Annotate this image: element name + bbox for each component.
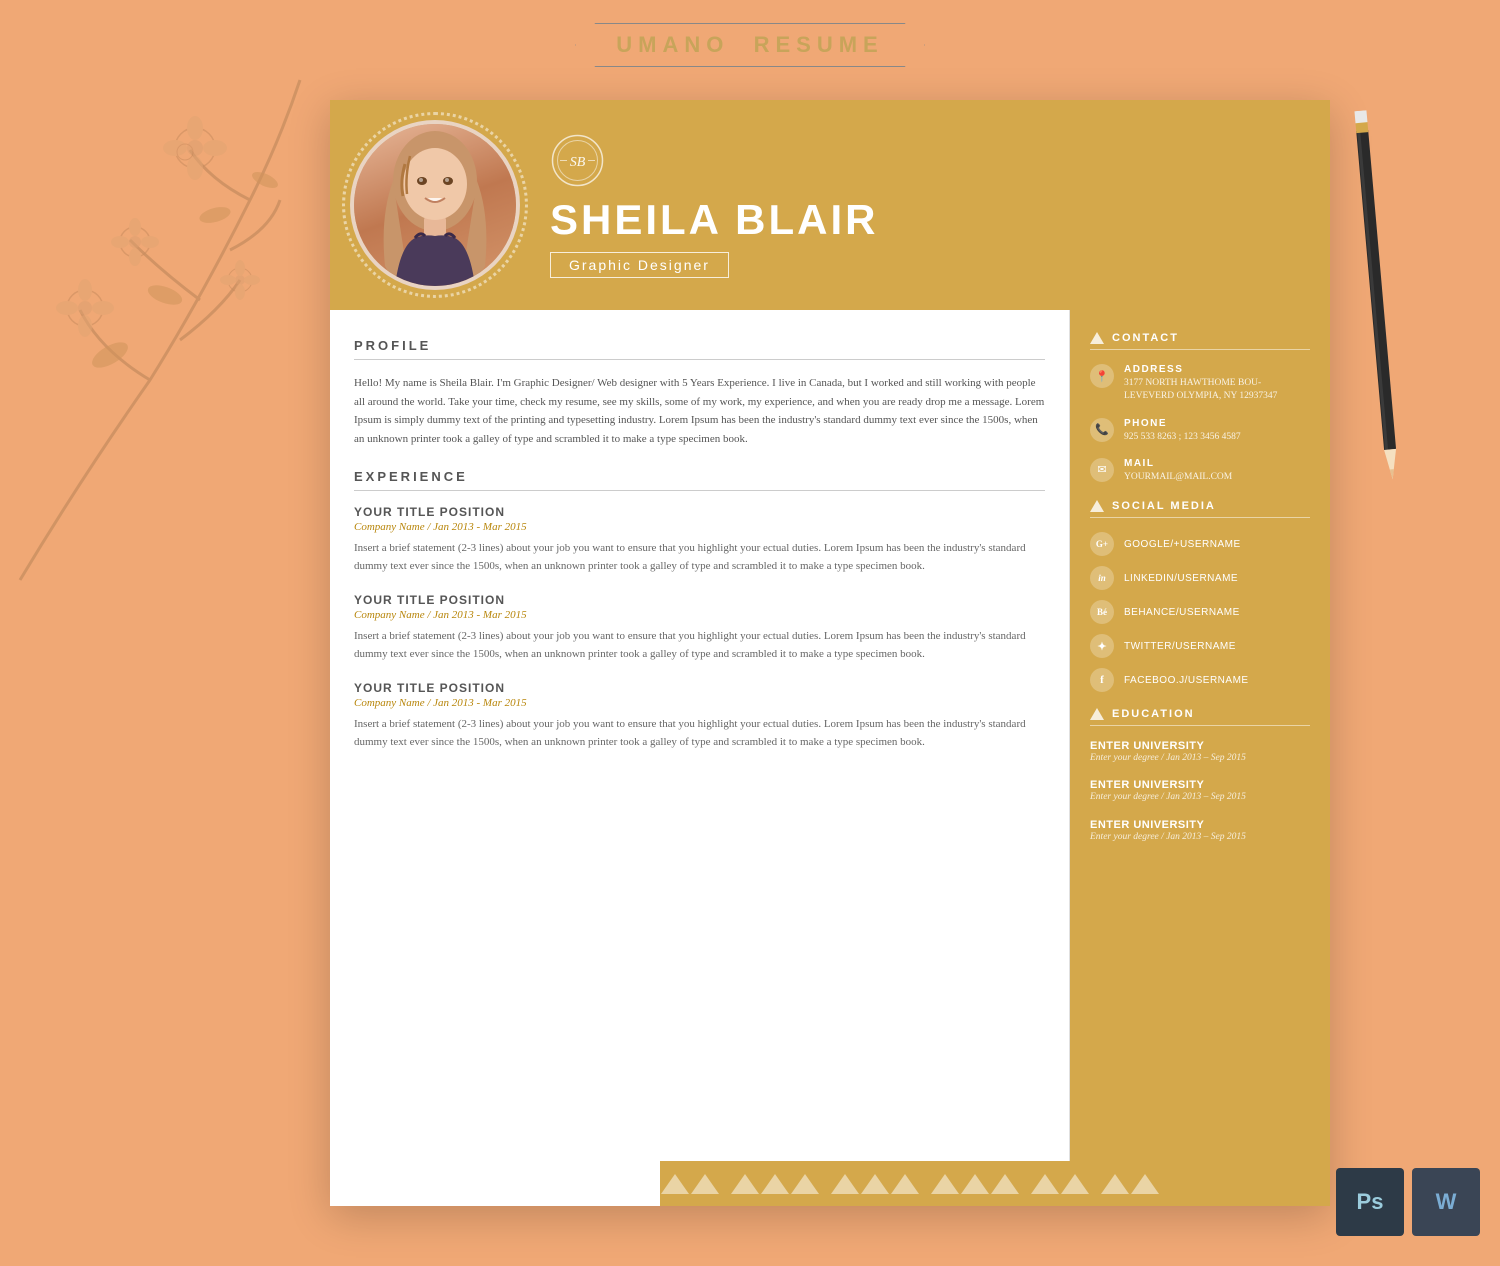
deco-triangle (961, 1174, 989, 1194)
exp-company-2: Company Name / Jan 2013 - Mar 2015 (354, 609, 1045, 621)
social-twitter: ✦ TWITTER/USERNAME (1090, 634, 1310, 658)
edu-item-2: ENTER UNIVERSITY Enter your degree / Jan… (1090, 779, 1310, 804)
facebook-icon: f (1090, 668, 1114, 692)
experience-item-3: YOUR TITLE POSITION Company Name / Jan 2… (354, 681, 1045, 751)
phone-label: PHONE (1124, 418, 1310, 429)
social-facebook: f FACEBOO.J/USERNAME (1090, 668, 1310, 692)
brand-bar: UMANO RESUME (0, 0, 1500, 90)
photoshop-badge: Ps (1336, 1168, 1404, 1236)
social-linkedin-text: LINKEDIN/USERNAME (1124, 573, 1238, 584)
exp-company-3: Company Name / Jan 2013 - Mar 2015 (354, 697, 1045, 709)
deco-triangle (1131, 1174, 1159, 1194)
deco-triangle (731, 1174, 759, 1194)
brand-hexagon: UMANO RESUME (575, 23, 924, 67)
exp-title-2: YOUR TITLE POSITION (354, 593, 1045, 607)
decorative-bottom-strip (660, 1161, 1160, 1206)
address-value: 3177 NORTH HAWTHOME BOU- LEVEVERD OLYMPI… (1124, 377, 1310, 404)
edu-detail-2: Enter your degree / Jan 2013 – Sep 2015 (1090, 791, 1310, 804)
address-icon: 📍 (1090, 364, 1114, 388)
education-section-header: EDUCATION (1090, 708, 1310, 726)
deco-triangle (791, 1174, 819, 1194)
edu-name-3: ENTER UNIVERSITY (1090, 819, 1310, 831)
edu-detail-1: Enter your degree / Jan 2013 – Sep 2015 (1090, 752, 1310, 765)
profile-photo (350, 120, 520, 290)
deco-triangle (661, 1174, 689, 1194)
resume-header: SB SHEILA BLAIR Graphic Designer (330, 100, 1330, 310)
mail-label: MAIL (1124, 458, 1310, 469)
deco-triangle (831, 1174, 859, 1194)
mail-icon: ✉ (1090, 458, 1114, 482)
edu-name-1: ENTER UNIVERSITY (1090, 740, 1310, 752)
address-label: ADDRESS (1124, 364, 1310, 375)
phone-value: 925 533 8263 ; 123 3456 4587 (1124, 431, 1310, 444)
deco-triangle (991, 1174, 1019, 1194)
deco-triangle (1101, 1174, 1129, 1194)
deco-triangle (891, 1174, 919, 1194)
monogram-icon: SB (550, 133, 605, 188)
deco-triangle (1031, 1174, 1059, 1194)
pencil-decoration (1352, 110, 1401, 490)
exp-title-3: YOUR TITLE POSITION (354, 681, 1045, 695)
app-badges: Ps W (1336, 1168, 1480, 1236)
left-column: PROFILE Hello! My name is Sheila Blair. … (330, 310, 1070, 1206)
deco-triangle (691, 1174, 719, 1194)
phone-icon: 📞 (1090, 418, 1114, 442)
resume-body: PROFILE Hello! My name is Sheila Blair. … (330, 310, 1330, 1206)
profile-section-header: PROFILE (354, 338, 1045, 360)
brand-title: UMANO RESUME (616, 32, 883, 58)
social-google: G+ GOOGLE/+USERNAME (1090, 532, 1310, 556)
edu-name-2: ENTER UNIVERSITY (1090, 779, 1310, 791)
twitter-icon: ✦ (1090, 634, 1114, 658)
experience-item-1: YOUR TITLE POSITION Company Name / Jan 2… (354, 505, 1045, 575)
deco-triangle (1061, 1174, 1089, 1194)
behance-icon: Bé (1090, 600, 1114, 624)
deco-triangle (761, 1174, 789, 1194)
contact-phone: 📞 PHONE 925 533 8263 ; 123 3456 4587 (1090, 418, 1310, 444)
triangle-icon-3 (1090, 708, 1104, 720)
word-badge: W (1412, 1168, 1480, 1236)
google-icon: G+ (1090, 532, 1114, 556)
resume-name: SHEILA BLAIR (550, 196, 878, 244)
floral-decoration (0, 0, 340, 600)
social-facebook-text: FACEBOO.J/USERNAME (1124, 675, 1249, 686)
contact-address: 📍 ADDRESS 3177 NORTH HAWTHOME BOU- LEVEV… (1090, 364, 1310, 404)
resume-paper: SB SHEILA BLAIR Graphic Designer PROFILE… (330, 100, 1330, 1206)
exp-company-1: Company Name / Jan 2013 - Mar 2015 (354, 521, 1045, 533)
social-section-header: SOCIAL MEDIA (1090, 500, 1310, 518)
edu-detail-3: Enter your degree / Jan 2013 – Sep 2015 (1090, 831, 1310, 844)
linkedin-icon: in (1090, 566, 1114, 590)
social-behance-text: BEHANCE/USERNAME (1124, 607, 1240, 618)
triangle-icon (1090, 332, 1104, 344)
exp-desc-2: Insert a brief statement (2-3 lines) abo… (354, 627, 1045, 663)
svg-text:SB: SB (570, 155, 586, 170)
social-google-text: GOOGLE/+USERNAME (1124, 539, 1241, 550)
social-twitter-text: TWITTER/USERNAME (1124, 641, 1236, 652)
resume-job-title: Graphic Designer (550, 252, 729, 278)
contact-mail: ✉ MAIL YOURMAIL@MAIL.COM (1090, 458, 1310, 484)
profile-text: Hello! My name is Sheila Blair. I'm Grap… (354, 374, 1045, 449)
experience-section-header: EXPERIENCE (354, 469, 1045, 491)
edu-item-1: ENTER UNIVERSITY Enter your degree / Jan… (1090, 740, 1310, 765)
right-column: CONTACT 📍 ADDRESS 3177 NORTH HAWTHOME BO… (1070, 310, 1330, 1206)
exp-title-1: YOUR TITLE POSITION (354, 505, 1045, 519)
deco-triangle (931, 1174, 959, 1194)
edu-item-3: ENTER UNIVERSITY Enter your degree / Jan… (1090, 819, 1310, 844)
name-section: SB SHEILA BLAIR Graphic Designer (550, 133, 1300, 278)
mail-value: YOURMAIL@MAIL.COM (1124, 471, 1310, 484)
exp-desc-3: Insert a brief statement (2-3 lines) abo… (354, 715, 1045, 751)
contact-section-header: CONTACT (1090, 332, 1310, 350)
social-behance: Bé BEHANCE/USERNAME (1090, 600, 1310, 624)
experience-item-2: YOUR TITLE POSITION Company Name / Jan 2… (354, 593, 1045, 663)
exp-desc-1: Insert a brief statement (2-3 lines) abo… (354, 539, 1045, 575)
social-linkedin: in LINKEDIN/USERNAME (1090, 566, 1310, 590)
deco-triangle (861, 1174, 889, 1194)
triangle-icon-2 (1090, 500, 1104, 512)
